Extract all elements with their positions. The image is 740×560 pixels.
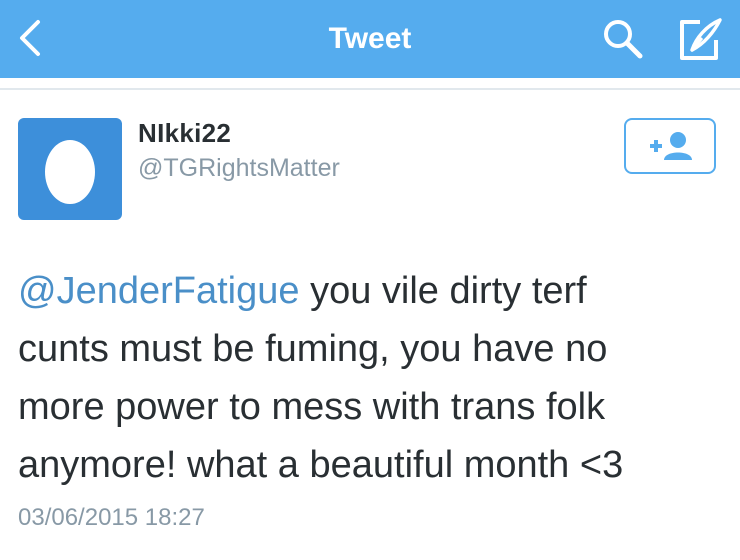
header-divider bbox=[0, 88, 740, 90]
tweet-line-3: more power to mess with trans folk bbox=[18, 386, 606, 428]
avatar[interactable] bbox=[18, 118, 122, 220]
mention-link[interactable]: @JenderFatigue bbox=[18, 270, 300, 312]
tweet-line-1-text: you vile dirty terf bbox=[299, 270, 587, 312]
tweet-text: @JenderFatigue you vile dirty terf cunts… bbox=[18, 262, 730, 494]
search-icon bbox=[604, 20, 643, 59]
back-button[interactable] bbox=[8, 12, 52, 64]
user-display-name[interactable]: NIkki22 bbox=[138, 118, 231, 149]
tweet-timestamp: 03/06/2015 18:27 bbox=[18, 504, 205, 531]
user-handle[interactable]: @TGRightsMatter bbox=[138, 154, 340, 183]
default-egg-avatar bbox=[45, 140, 95, 204]
search-button[interactable] bbox=[600, 16, 646, 62]
chevron-left-icon bbox=[20, 20, 40, 56]
follow-button[interactable] bbox=[624, 118, 716, 174]
tweet-line-1: @JenderFatigue you vile dirty terf bbox=[18, 262, 730, 320]
compose-button[interactable] bbox=[674, 14, 726, 64]
tweet-line-2: cunts must be fuming, you have no bbox=[18, 328, 608, 370]
add-user-icon bbox=[650, 132, 692, 160]
nav-bar: Tweet bbox=[0, 0, 740, 78]
tweet-line-4: anymore! what a beautiful month <3 bbox=[18, 444, 624, 486]
compose-icon bbox=[680, 18, 722, 60]
